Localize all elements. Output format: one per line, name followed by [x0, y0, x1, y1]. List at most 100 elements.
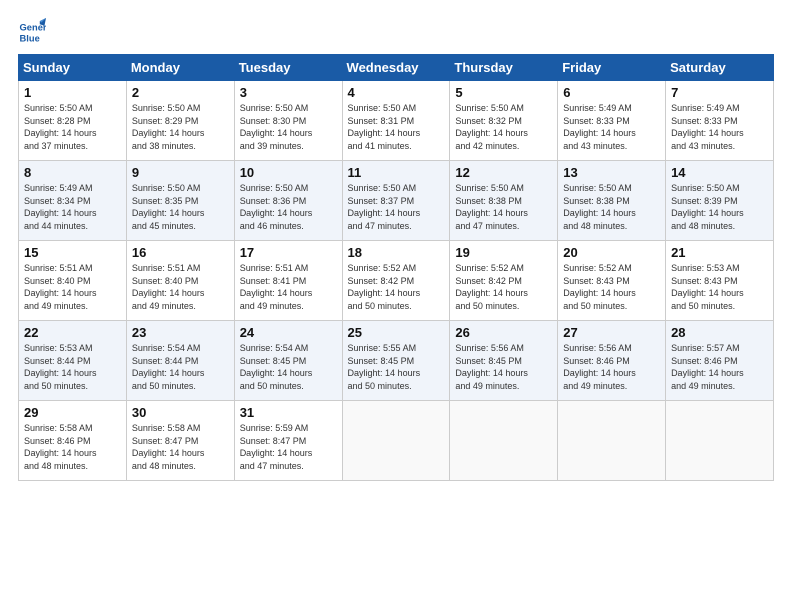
calendar-cell: 20 Sunrise: 5:52 AM Sunset: 8:43 PM Dayli…: [558, 241, 666, 321]
svg-text:Blue: Blue: [20, 33, 40, 43]
calendar-cell: 5 Sunrise: 5:50 AM Sunset: 8:32 PM Daylig…: [450, 81, 558, 161]
day-info: Sunrise: 5:50 AM Sunset: 8:38 PM Dayligh…: [455, 182, 553, 232]
calendar-cell: 17 Sunrise: 5:51 AM Sunset: 8:41 PM Dayli…: [234, 241, 342, 321]
day-number: 26: [455, 325, 553, 340]
day-number: 16: [132, 245, 230, 260]
calendar-cell: 21 Sunrise: 5:53 AM Sunset: 8:43 PM Dayli…: [666, 241, 774, 321]
header: General Blue: [18, 18, 774, 46]
day-number: 11: [348, 165, 446, 180]
day-info: Sunrise: 5:54 AM Sunset: 8:44 PM Dayligh…: [132, 342, 230, 392]
day-info: Sunrise: 5:50 AM Sunset: 8:39 PM Dayligh…: [671, 182, 769, 232]
day-info: Sunrise: 5:50 AM Sunset: 8:37 PM Dayligh…: [348, 182, 446, 232]
calendar-cell: [450, 401, 558, 481]
calendar-cell: 26 Sunrise: 5:56 AM Sunset: 8:45 PM Dayli…: [450, 321, 558, 401]
week-row-5: 29 Sunrise: 5:58 AM Sunset: 8:46 PM Dayli…: [19, 401, 774, 481]
calendar-cell: 8Sunrise: 5:49 AM Sunset: 8:34 PM Daylig…: [19, 161, 127, 241]
day-info: Sunrise: 5:58 AM Sunset: 8:46 PM Dayligh…: [24, 422, 122, 472]
day-number: 21: [671, 245, 769, 260]
day-number: 17: [240, 245, 338, 260]
calendar-cell: 1 Sunrise: 5:50 AM Sunset: 8:28 PM Daylig…: [19, 81, 127, 161]
calendar-cell: 22 Sunrise: 5:53 AM Sunset: 8:44 PM Dayli…: [19, 321, 127, 401]
page: General Blue SundayMondayTuesdayWednesda…: [0, 0, 792, 612]
day-number: 20: [563, 245, 661, 260]
calendar-table: SundayMondayTuesdayWednesdayThursdayFrid…: [18, 54, 774, 481]
day-number: 12: [455, 165, 553, 180]
day-info: Sunrise: 5:52 AM Sunset: 8:42 PM Dayligh…: [455, 262, 553, 312]
day-number: 9: [132, 165, 230, 180]
day-info: Sunrise: 5:52 AM Sunset: 8:43 PM Dayligh…: [563, 262, 661, 312]
day-info: Sunrise: 5:50 AM Sunset: 8:29 PM Dayligh…: [132, 102, 230, 152]
calendar-cell: 6Sunrise: 5:49 AM Sunset: 8:33 PM Daylig…: [558, 81, 666, 161]
day-info: Sunrise: 5:53 AM Sunset: 8:43 PM Dayligh…: [671, 262, 769, 312]
day-info: Sunrise: 5:50 AM Sunset: 8:35 PM Dayligh…: [132, 182, 230, 232]
day-info: Sunrise: 5:58 AM Sunset: 8:47 PM Dayligh…: [132, 422, 230, 472]
day-number: 5: [455, 85, 553, 100]
day-number: 30: [132, 405, 230, 420]
day-info: Sunrise: 5:52 AM Sunset: 8:42 PM Dayligh…: [348, 262, 446, 312]
calendar-body: 1 Sunrise: 5:50 AM Sunset: 8:28 PM Daylig…: [19, 81, 774, 481]
logo: General Blue: [18, 18, 50, 46]
day-info: Sunrise: 5:51 AM Sunset: 8:40 PM Dayligh…: [132, 262, 230, 312]
day-number: 10: [240, 165, 338, 180]
day-header-tuesday: Tuesday: [234, 55, 342, 81]
day-info: Sunrise: 5:57 AM Sunset: 8:46 PM Dayligh…: [671, 342, 769, 392]
day-number: 29: [24, 405, 122, 420]
day-info: Sunrise: 5:54 AM Sunset: 8:45 PM Dayligh…: [240, 342, 338, 392]
day-info: Sunrise: 5:50 AM Sunset: 8:28 PM Dayligh…: [24, 102, 122, 152]
calendar-cell: 13Sunrise: 5:50 AM Sunset: 8:38 PM Dayli…: [558, 161, 666, 241]
day-header-sunday: Sunday: [19, 55, 127, 81]
day-number: 18: [348, 245, 446, 260]
day-header-saturday: Saturday: [666, 55, 774, 81]
calendar-cell: 2 Sunrise: 5:50 AM Sunset: 8:29 PM Daylig…: [126, 81, 234, 161]
calendar-cell: [666, 401, 774, 481]
day-info: Sunrise: 5:50 AM Sunset: 8:31 PM Dayligh…: [348, 102, 446, 152]
day-info: Sunrise: 5:51 AM Sunset: 8:40 PM Dayligh…: [24, 262, 122, 312]
day-number: 4: [348, 85, 446, 100]
day-header-friday: Friday: [558, 55, 666, 81]
calendar-cell: 16 Sunrise: 5:51 AM Sunset: 8:40 PM Dayli…: [126, 241, 234, 321]
calendar-cell: 18 Sunrise: 5:52 AM Sunset: 8:42 PM Dayli…: [342, 241, 450, 321]
week-row-4: 22 Sunrise: 5:53 AM Sunset: 8:44 PM Dayli…: [19, 321, 774, 401]
day-number: 1: [24, 85, 122, 100]
week-row-1: 1 Sunrise: 5:50 AM Sunset: 8:28 PM Daylig…: [19, 81, 774, 161]
calendar-cell: [342, 401, 450, 481]
day-info: Sunrise: 5:50 AM Sunset: 8:36 PM Dayligh…: [240, 182, 338, 232]
day-number: 27: [563, 325, 661, 340]
day-number: 22: [24, 325, 122, 340]
calendar-cell: 31Sunrise: 5:59 AM Sunset: 8:47 PM Dayli…: [234, 401, 342, 481]
day-header-monday: Monday: [126, 55, 234, 81]
calendar-cell: 11 Sunrise: 5:50 AM Sunset: 8:37 PM Dayli…: [342, 161, 450, 241]
day-number: 31: [240, 405, 338, 420]
calendar-cell: 15 Sunrise: 5:51 AM Sunset: 8:40 PM Dayli…: [19, 241, 127, 321]
day-header-wednesday: Wednesday: [342, 55, 450, 81]
calendar-cell: 19 Sunrise: 5:52 AM Sunset: 8:42 PM Dayli…: [450, 241, 558, 321]
day-number: 7: [671, 85, 769, 100]
day-info: Sunrise: 5:50 AM Sunset: 8:32 PM Dayligh…: [455, 102, 553, 152]
day-info: Sunrise: 5:55 AM Sunset: 8:45 PM Dayligh…: [348, 342, 446, 392]
calendar-cell: 10 Sunrise: 5:50 AM Sunset: 8:36 PM Dayli…: [234, 161, 342, 241]
calendar-cell: 30 Sunrise: 5:58 AM Sunset: 8:47 PM Dayli…: [126, 401, 234, 481]
calendar-cell: 7 Sunrise: 5:49 AM Sunset: 8:33 PM Daylig…: [666, 81, 774, 161]
calendar-cell: 9 Sunrise: 5:50 AM Sunset: 8:35 PM Daylig…: [126, 161, 234, 241]
day-info: Sunrise: 5:49 AM Sunset: 8:33 PM Dayligh…: [671, 102, 769, 152]
generalblue-logo-icon: General Blue: [18, 18, 46, 46]
day-number: 23: [132, 325, 230, 340]
day-info: Sunrise: 5:56 AM Sunset: 8:45 PM Dayligh…: [455, 342, 553, 392]
day-number: 2: [132, 85, 230, 100]
calendar-cell: 14Sunrise: 5:50 AM Sunset: 8:39 PM Dayli…: [666, 161, 774, 241]
calendar-cell: 28Sunrise: 5:57 AM Sunset: 8:46 PM Dayli…: [666, 321, 774, 401]
week-row-3: 15 Sunrise: 5:51 AM Sunset: 8:40 PM Dayli…: [19, 241, 774, 321]
day-number: 3: [240, 85, 338, 100]
calendar-cell: 23 Sunrise: 5:54 AM Sunset: 8:44 PM Dayli…: [126, 321, 234, 401]
day-number: 15: [24, 245, 122, 260]
calendar-cell: 4 Sunrise: 5:50 AM Sunset: 8:31 PM Daylig…: [342, 81, 450, 161]
day-number: 6: [563, 85, 661, 100]
calendar-cell: 24 Sunrise: 5:54 AM Sunset: 8:45 PM Dayli…: [234, 321, 342, 401]
day-info: Sunrise: 5:56 AM Sunset: 8:46 PM Dayligh…: [563, 342, 661, 392]
day-info: Sunrise: 5:51 AM Sunset: 8:41 PM Dayligh…: [240, 262, 338, 312]
day-number: 13: [563, 165, 661, 180]
day-header-thursday: Thursday: [450, 55, 558, 81]
day-info: Sunrise: 5:53 AM Sunset: 8:44 PM Dayligh…: [24, 342, 122, 392]
day-number: 24: [240, 325, 338, 340]
day-number: 19: [455, 245, 553, 260]
